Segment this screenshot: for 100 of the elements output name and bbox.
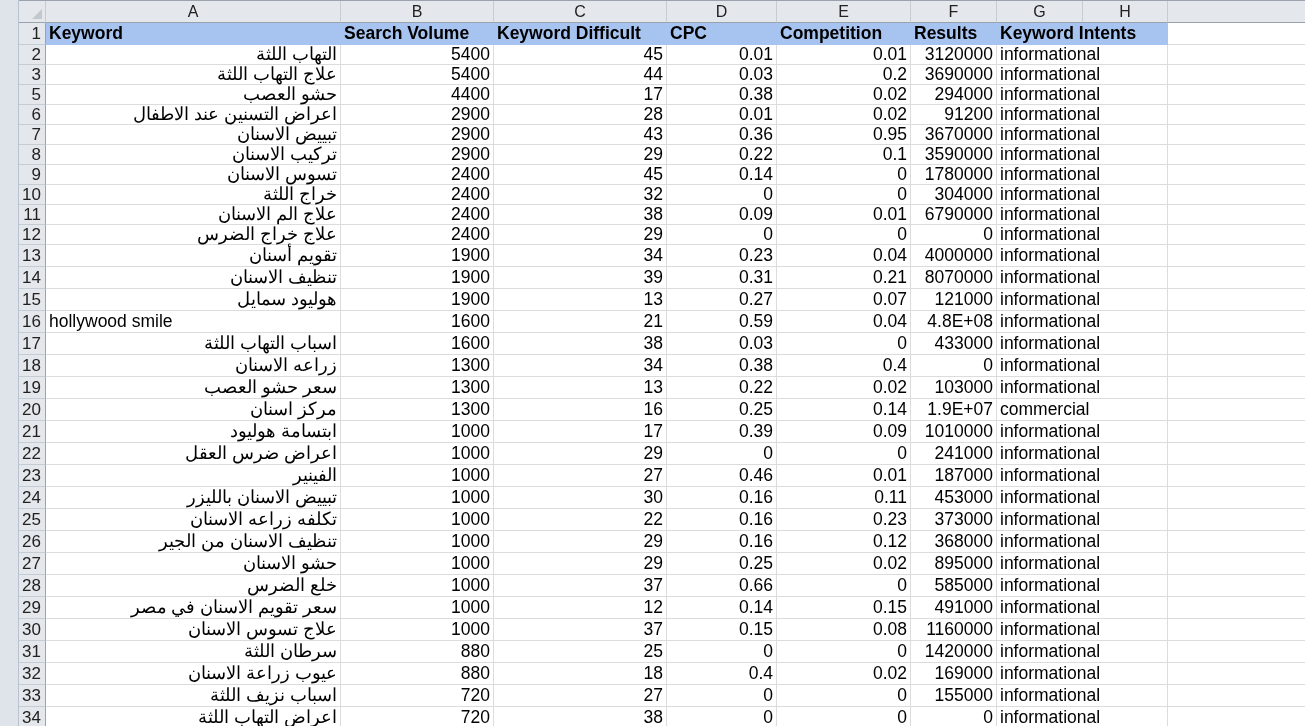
- row-header[interactable]: 11: [19, 205, 46, 225]
- row-header[interactable]: 22: [19, 443, 46, 465]
- row-header[interactable]: 26: [19, 531, 46, 553]
- row-header[interactable]: 21: [19, 421, 46, 443]
- row-header[interactable]: 25: [19, 509, 46, 531]
- table-cell: 0.16: [667, 487, 777, 509]
- row-header[interactable]: 15: [19, 289, 46, 311]
- table-cell: informational: [997, 125, 1168, 145]
- table-cell: اعراض التسنين عند الاطفال: [46, 105, 341, 125]
- row-header[interactable]: 34: [19, 707, 46, 726]
- row-header[interactable]: 30: [19, 619, 46, 641]
- table-cell: 0.16: [667, 531, 777, 553]
- table-cell: 0.23: [667, 245, 777, 267]
- row-header[interactable]: 5: [19, 85, 46, 105]
- table-cell: 0.01: [777, 45, 911, 65]
- table-cell: 0.59: [667, 311, 777, 333]
- row-header[interactable]: 13: [19, 245, 46, 267]
- table-cell: 5400: [341, 45, 494, 65]
- table-cell: 0: [777, 443, 911, 465]
- table-cell: 0.1: [777, 145, 911, 165]
- table-cell: علاج خراج الضرس: [46, 225, 341, 245]
- table-cell: 0.01: [667, 105, 777, 125]
- table-cell: 0.46: [667, 465, 777, 487]
- table-cell: مركز اسنان: [46, 399, 341, 421]
- table-cell: 0.09: [777, 421, 911, 443]
- table-cell: 1300: [341, 399, 494, 421]
- table-cell: 0.11: [777, 487, 911, 509]
- table-cell: informational: [997, 225, 1168, 245]
- table-cell: 0.95: [777, 125, 911, 145]
- row-header[interactable]: 12: [19, 225, 46, 245]
- table-cell: عيوب زراعة الاسنان: [46, 663, 341, 685]
- table-cell: informational: [997, 205, 1168, 225]
- row-header[interactable]: 23: [19, 465, 46, 487]
- table-cell: زراعه الاسنان: [46, 355, 341, 377]
- table-cell: 0.22: [667, 377, 777, 399]
- table-cell: 0.66: [667, 575, 777, 597]
- row-header[interactable]: 10: [19, 185, 46, 205]
- table-cell: 30: [494, 487, 667, 509]
- table-cell: حشو العصب: [46, 85, 341, 105]
- table-cell: خلع الضرس: [46, 575, 341, 597]
- table-cell: informational: [997, 145, 1168, 165]
- table-cell: 880: [341, 663, 494, 685]
- table-cell: خراج اللثة: [46, 185, 341, 205]
- row-header[interactable]: 18: [19, 355, 46, 377]
- table-cell: 0.38: [667, 355, 777, 377]
- row-header[interactable]: 20: [19, 399, 46, 421]
- header-cell: Search Volume: [341, 23, 494, 45]
- table-cell: 0: [777, 575, 911, 597]
- row-header[interactable]: 6: [19, 105, 46, 125]
- table-cell: 720: [341, 685, 494, 707]
- row-header[interactable]: 7: [19, 125, 46, 145]
- table-cell: 0.14: [667, 597, 777, 619]
- table-cell: 1160000: [911, 619, 997, 641]
- table-cell: 0.14: [777, 399, 911, 421]
- table-cell: hollywood smile: [46, 311, 341, 333]
- table-cell: 1.9E+07: [911, 399, 997, 421]
- table-cell: تبييض الاسنان بالليزر: [46, 487, 341, 509]
- table-cell: 27: [494, 465, 667, 487]
- table-cell: 2400: [341, 165, 494, 185]
- table-cell: 1000: [341, 421, 494, 443]
- table-cell: 16: [494, 399, 667, 421]
- table-cell: 3590000: [911, 145, 997, 165]
- table-cell: 34: [494, 355, 667, 377]
- table-cell: 0: [911, 225, 997, 245]
- table-cell: تركيب الاسنان: [46, 145, 341, 165]
- row-header[interactable]: 14: [19, 267, 46, 289]
- row-header[interactable]: 2: [19, 45, 46, 65]
- row-header[interactable]: 9: [19, 165, 46, 185]
- table-cell: 0.31: [667, 267, 777, 289]
- table-cell: 17: [494, 421, 667, 443]
- table-cell: 1000: [341, 487, 494, 509]
- row-header[interactable]: 33: [19, 685, 46, 707]
- table-cell: 0: [777, 333, 911, 355]
- row-header[interactable]: 24: [19, 487, 46, 509]
- row-header[interactable]: 27: [19, 553, 46, 575]
- row-header[interactable]: 16: [19, 311, 46, 333]
- table-cell: 0.02: [777, 85, 911, 105]
- row-header[interactable]: 29: [19, 597, 46, 619]
- row-header[interactable]: 17: [19, 333, 46, 355]
- table-cell: 1000: [341, 575, 494, 597]
- select-all-icon: [32, 9, 42, 19]
- table-cell: informational: [997, 65, 1168, 85]
- table-cell: 13: [494, 289, 667, 311]
- header-cell: Keyword: [46, 23, 341, 45]
- table-cell: informational: [997, 85, 1168, 105]
- table-cell: 1000: [341, 465, 494, 487]
- row-header[interactable]: 31: [19, 641, 46, 663]
- row-header[interactable]: 1: [19, 23, 46, 45]
- row-header[interactable]: 28: [19, 575, 46, 597]
- table-cell: 0.22: [667, 145, 777, 165]
- table-cell: 0.36: [667, 125, 777, 145]
- table-cell: 368000: [911, 531, 997, 553]
- row-header[interactable]: 32: [19, 663, 46, 685]
- table-cell: 0.01: [777, 205, 911, 225]
- row-header[interactable]: 8: [19, 145, 46, 165]
- table-cell: 0.08: [777, 619, 911, 641]
- row-header[interactable]: 3: [19, 65, 46, 85]
- row-header[interactable]: 19: [19, 377, 46, 399]
- table-cell: 4.8E+08: [911, 311, 997, 333]
- header-cell: Results: [911, 23, 997, 45]
